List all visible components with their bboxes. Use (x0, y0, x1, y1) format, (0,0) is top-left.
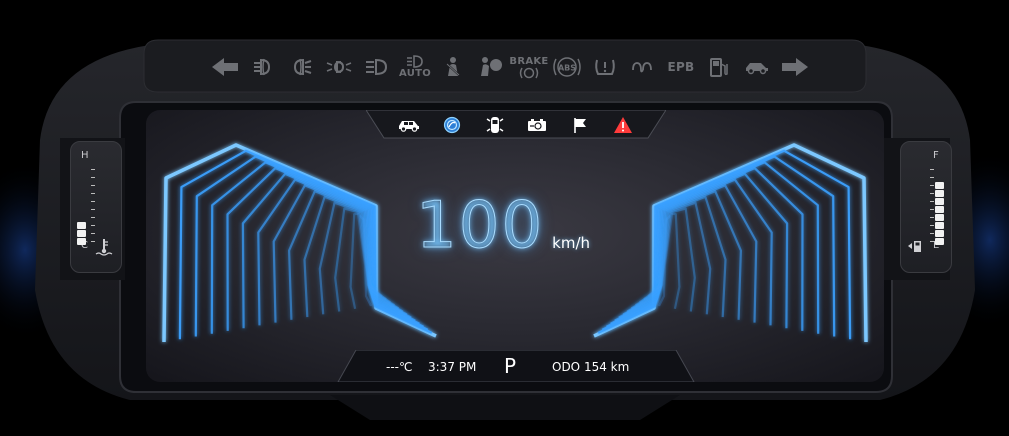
odometer: ODO 154 km (552, 360, 630, 374)
main-display: 100 km/h ---℃ 3:37 PM P ODO 154 km (146, 110, 884, 382)
gauge-tick (91, 193, 95, 194)
rear-fog-icon (248, 50, 278, 84)
gauge-tick (930, 177, 934, 178)
top-indicator-bar (366, 110, 666, 140)
gauge-segment (935, 206, 944, 213)
abs-icon: ABS (552, 50, 582, 84)
gauge-segment (77, 230, 86, 237)
gauge-tick (930, 209, 934, 210)
gauge-tick (91, 209, 95, 210)
position-lamp-icon (324, 50, 354, 84)
gauge-tick (91, 169, 95, 170)
fuel-full-label: F (933, 150, 939, 161)
instrument-cluster: AUTO BRAKE ABS EPB H C F E 100 km/h ---℃… (0, 0, 1009, 436)
abs-label: ABS (558, 64, 576, 73)
gauge-tick (930, 217, 934, 218)
coolant-high-label: H (81, 150, 89, 161)
fuel-pump-icon (908, 241, 921, 252)
glow-plug-icon (628, 50, 658, 84)
gear-indicator: P (504, 354, 517, 378)
gauge-segment (935, 182, 944, 189)
gauge-tick (930, 241, 934, 242)
brake-label: BRAKE (509, 55, 549, 67)
gauge-tick (930, 225, 934, 226)
gauge-tick (91, 225, 95, 226)
tunnel-left (162, 143, 437, 343)
turn-right-icon (780, 50, 810, 84)
door-open-icon (482, 114, 508, 136)
gauge-segment (935, 230, 944, 237)
front-fog-icon (286, 50, 316, 84)
status-bar: ---℃ 3:37 PM P ODO 154 km (336, 350, 696, 382)
clock: 3:37 PM (428, 360, 477, 374)
gauge-segment (77, 222, 86, 229)
gauge-tick (930, 169, 934, 170)
gauge-tick (930, 233, 934, 234)
gauge-tick (930, 201, 934, 202)
coolant-gauge: H C (70, 141, 122, 273)
high-beam-icon (362, 50, 392, 84)
stability-control-icon (742, 50, 772, 84)
outside-temperature: ---℃ (386, 360, 413, 374)
gauge-segment (935, 198, 944, 205)
gauge-tick (91, 177, 95, 178)
telltale-strip: AUTO BRAKE ABS EPB (210, 48, 810, 86)
fuel-gauge: F E (900, 141, 952, 273)
seatbelt-icon (438, 50, 468, 84)
turn-left-icon (210, 50, 240, 84)
auto-headlamp-icon: AUTO (398, 50, 432, 84)
auto-label: AUTO (398, 68, 432, 79)
tunnel-right (593, 143, 868, 343)
gauge-tick (91, 217, 95, 218)
battery-icon (524, 114, 550, 136)
speedometer: 100 km/h (415, 188, 591, 263)
gauge-tick (930, 185, 934, 186)
gauge-tick (91, 233, 95, 234)
epb-label: EPB (667, 59, 695, 74)
gauge-segment (77, 238, 86, 245)
car-icon (396, 114, 422, 136)
gauge-tick (91, 185, 95, 186)
fuel-icon (704, 50, 734, 84)
speed-unit: km/h (552, 234, 591, 252)
tpms-icon (590, 50, 620, 84)
flag-icon (567, 114, 593, 136)
brake-icon: BRAKE (509, 50, 548, 84)
warning-icon (610, 114, 636, 136)
gauge-segment (935, 222, 944, 229)
speed-value: 100 (415, 189, 545, 263)
gauge-segment (935, 238, 944, 245)
gauge-segment (935, 190, 944, 197)
coolant-temp-icon (95, 239, 113, 256)
gauge-tick (930, 193, 934, 194)
epb-icon: EPB (666, 50, 696, 84)
gauge-tick (91, 201, 95, 202)
gauge-segment (935, 214, 944, 221)
eco-icon (439, 114, 465, 136)
airbag-icon (476, 50, 506, 84)
